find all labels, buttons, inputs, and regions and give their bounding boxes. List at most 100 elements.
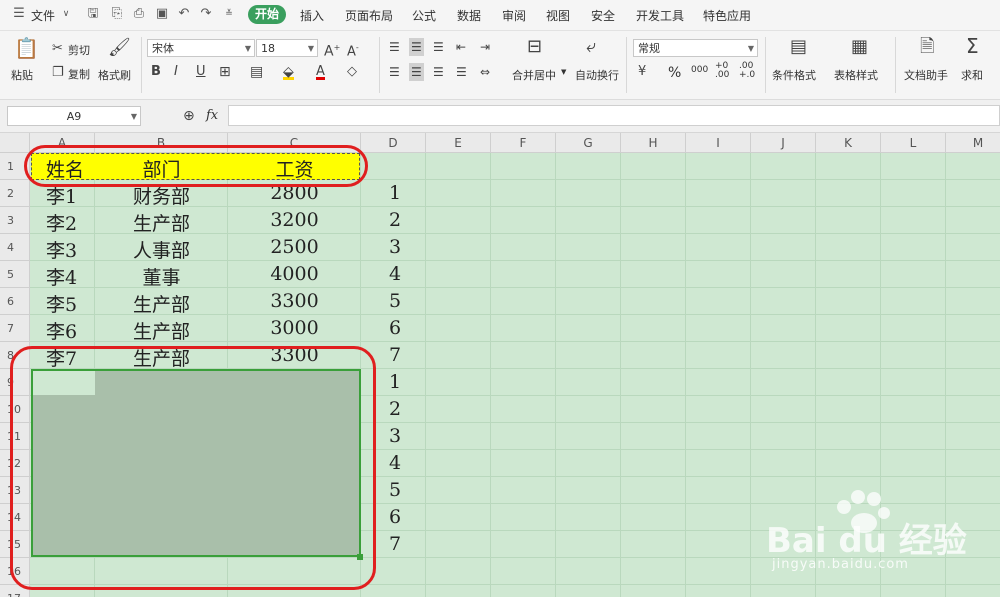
cell-b4[interactable]: 人事部	[95, 236, 228, 263]
hamburger-icon[interactable]: ☰	[12, 7, 26, 21]
cell-c7[interactable]: 3000	[228, 317, 361, 339]
row-header-6[interactable]: 6	[0, 288, 30, 315]
fx-icon[interactable]: fx	[206, 108, 218, 123]
cell-style-icon[interactable]: ▤	[250, 64, 263, 80]
row-header-2[interactable]: 2	[0, 180, 30, 207]
distribute-icon[interactable]: ⇔	[480, 64, 490, 80]
export-icon[interactable]: ⎘	[110, 7, 124, 21]
decimal-increase-button[interactable]: +0 .00	[715, 62, 729, 80]
cell-a5[interactable]: 李4	[46, 263, 77, 290]
redo-icon[interactable]: ↷	[199, 7, 213, 21]
font-shrink-icon[interactable]: A-	[347, 40, 359, 60]
tab-home[interactable]: 开始	[248, 5, 286, 24]
merge-center-icon[interactable]: ⊟	[527, 38, 542, 56]
cell-d13[interactable]: 5	[389, 479, 401, 501]
cell-d8[interactable]: 7	[389, 344, 401, 366]
tab-formula[interactable]: 公式	[412, 7, 436, 24]
zoom-icon[interactable]: ⊕	[183, 108, 195, 124]
tab-security[interactable]: 安全	[591, 7, 615, 24]
column-header-e[interactable]: E	[426, 133, 491, 153]
align-top-icon[interactable]: ☰	[389, 39, 400, 55]
eraser-icon[interactable]: ◇	[347, 64, 357, 80]
cell-d9[interactable]: 1	[389, 371, 401, 393]
tab-special[interactable]: 特色应用	[703, 7, 751, 24]
cell-a6[interactable]: 李5	[46, 290, 77, 317]
column-header-j[interactable]: J	[751, 133, 816, 153]
italic-icon[interactable]: I	[174, 64, 178, 80]
tab-developer[interactable]: 开发工具	[636, 7, 684, 24]
row-header-5[interactable]: 5	[0, 261, 30, 288]
table-style-button[interactable]: 表格样式	[834, 67, 878, 83]
fill-color-icon[interactable]: ⬙	[283, 64, 294, 80]
merge-center-button[interactable]: 合并居中	[512, 67, 556, 83]
doc-assistant-button[interactable]: 文档助手	[904, 67, 948, 83]
tab-review[interactable]: 审阅	[502, 7, 526, 24]
row-header-7[interactable]: 7	[0, 315, 30, 342]
align-center-icon[interactable]: ☰	[409, 63, 424, 81]
row-header-4[interactable]: 4	[0, 234, 30, 261]
cell-a7[interactable]: 李6	[46, 317, 77, 344]
file-menu[interactable]: 文件	[31, 7, 55, 24]
align-middle-icon[interactable]: ☰	[409, 38, 424, 56]
font-size-select[interactable]: 18 ▼	[256, 39, 318, 57]
cell-c5[interactable]: 4000	[228, 263, 361, 285]
thousands-button[interactable]: 000	[691, 65, 708, 75]
row-header-3[interactable]: 3	[0, 207, 30, 234]
tab-data[interactable]: 数据	[457, 7, 481, 24]
cell-b7[interactable]: 生产部	[95, 317, 228, 344]
column-header-h[interactable]: H	[621, 133, 686, 153]
sum-button[interactable]: 求和	[961, 67, 983, 83]
tab-view[interactable]: 视图	[546, 7, 570, 24]
wrap-text-icon[interactable]: ⤶	[586, 38, 596, 56]
brush-icon[interactable]: 🖌	[108, 39, 131, 57]
tab-insert[interactable]: 插入	[300, 7, 324, 24]
sum-icon[interactable]: Σ	[966, 36, 979, 56]
font-grow-icon[interactable]: A+	[324, 40, 340, 60]
cell-a4[interactable]: 李3	[46, 236, 77, 263]
cell-d3[interactable]: 2	[389, 209, 401, 231]
format-painter-button[interactable]: 格式刷	[98, 67, 131, 83]
name-box[interactable]: A9 ▼	[7, 106, 141, 126]
column-header-m[interactable]: M	[946, 133, 1000, 153]
copy-icon[interactable]: ❐	[52, 65, 64, 81]
cell-b3[interactable]: 生产部	[95, 209, 228, 236]
cell-b6[interactable]: 生产部	[95, 290, 228, 317]
cell-d15[interactable]: 7	[389, 533, 401, 555]
paste-button[interactable]: 粘贴	[11, 67, 33, 83]
formula-input[interactable]	[228, 105, 1000, 126]
select-all-corner[interactable]	[0, 133, 30, 153]
cell-d12[interactable]: 4	[389, 452, 401, 474]
align-bottom-icon[interactable]: ☰	[433, 39, 444, 55]
indent-decrease-icon[interactable]: ⇤	[456, 39, 466, 55]
save-icon[interactable]: 🖫	[86, 7, 100, 21]
print-icon[interactable]: ⎙	[132, 7, 146, 21]
bold-icon[interactable]: B	[151, 64, 161, 80]
doc-assistant-icon[interactable]: 🗎	[920, 38, 934, 56]
cell-b5[interactable]: 董事	[95, 263, 228, 290]
align-right-icon[interactable]: ☰	[433, 64, 444, 80]
cell-d5[interactable]: 4	[389, 263, 401, 285]
column-header-l[interactable]: L	[881, 133, 946, 153]
cell-c3[interactable]: 3200	[228, 209, 361, 231]
cell-c4[interactable]: 2500	[228, 236, 361, 258]
cell-d10[interactable]: 2	[389, 398, 401, 420]
decimal-decrease-button[interactable]: .00 +.0	[739, 62, 755, 80]
tab-page-layout[interactable]: 页面布局	[345, 7, 393, 24]
column-header-d[interactable]: D	[361, 133, 426, 153]
conditional-format-button[interactable]: 条件格式	[772, 67, 816, 83]
percent-button[interactable]: %	[668, 65, 681, 81]
chevron-down-icon[interactable]: ▼	[561, 68, 566, 76]
cell-c6[interactable]: 3300	[228, 290, 361, 312]
chevron-down-icon[interactable]: ∨	[59, 7, 73, 21]
cell-d6[interactable]: 5	[389, 290, 401, 312]
scissors-icon[interactable]: ✂	[52, 41, 63, 57]
print-preview-icon[interactable]: ▣	[155, 7, 169, 21]
indent-increase-icon[interactable]: ⇥	[480, 39, 490, 55]
column-header-f[interactable]: F	[491, 133, 556, 153]
cell-d4[interactable]: 3	[389, 236, 401, 258]
justify-icon[interactable]: ☰	[456, 64, 467, 80]
underline-icon[interactable]: U	[196, 64, 206, 80]
paste-icon[interactable]: 📋	[14, 38, 39, 58]
column-header-k[interactable]: K	[816, 133, 881, 153]
column-header-i[interactable]: I	[686, 133, 751, 153]
